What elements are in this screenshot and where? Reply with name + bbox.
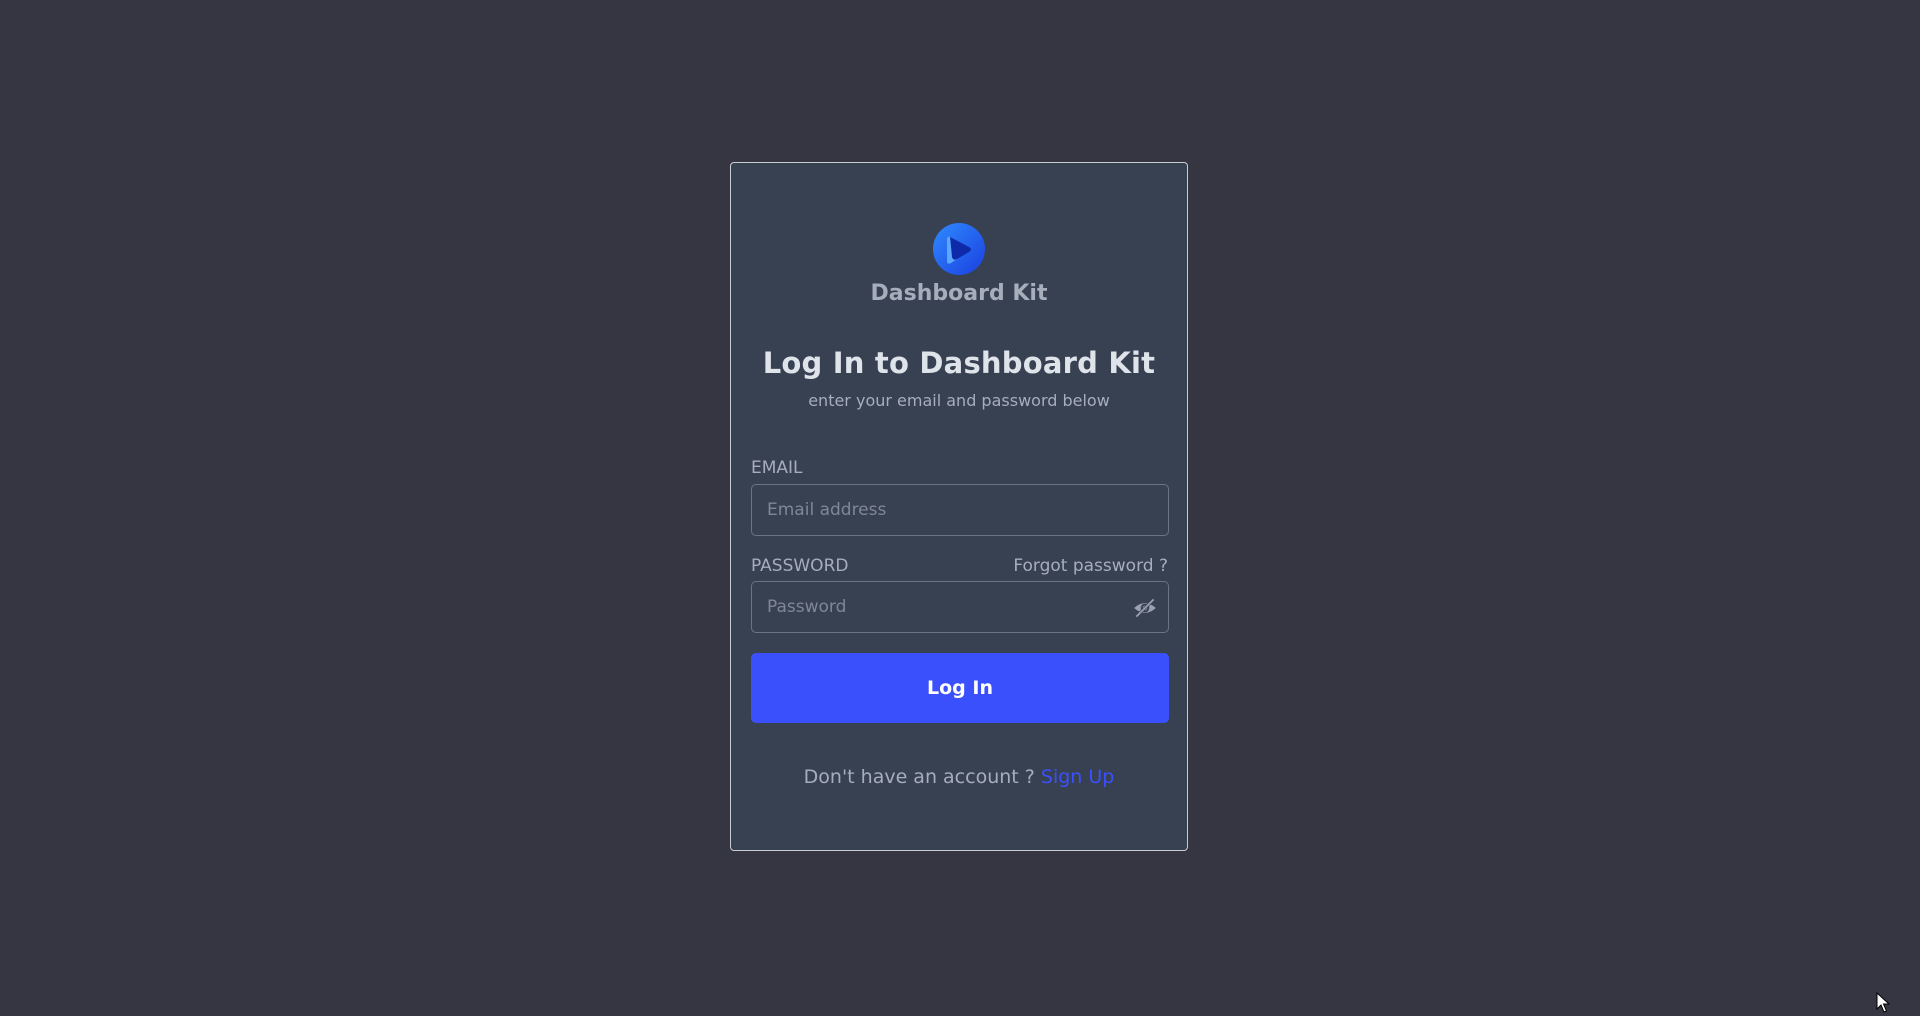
page-subtitle: enter your email and password below	[808, 391, 1110, 410]
page-title: Log In to Dashboard Kit	[762, 346, 1156, 380]
signup-prompt-text: Don't have an account ?	[803, 766, 1035, 788]
dashboard-kit-logo-icon	[933, 223, 985, 275]
password-field-container	[751, 581, 1169, 633]
eye-off-icon[interactable]	[1132, 595, 1158, 621]
password-input[interactable]	[752, 582, 1168, 632]
email-field-container	[751, 484, 1169, 536]
logo	[731, 223, 1187, 279]
forgot-password-link[interactable]: Forgot password ?	[1013, 556, 1168, 576]
login-card: Dashboard Kit Log In to Dashboard Kit en…	[730, 162, 1188, 851]
signup-link[interactable]: Sign Up	[1041, 766, 1114, 788]
signup-prompt: Don't have an account ? Sign Up	[731, 766, 1187, 788]
email-label: EMAIL	[751, 458, 803, 478]
login-button[interactable]: Log In	[751, 653, 1169, 723]
email-input[interactable]	[752, 485, 1168, 535]
mouse-cursor-icon	[1876, 992, 1891, 1013]
brand-name: Dashboard Kit	[870, 281, 1048, 306]
password-label: PASSWORD	[751, 556, 849, 576]
